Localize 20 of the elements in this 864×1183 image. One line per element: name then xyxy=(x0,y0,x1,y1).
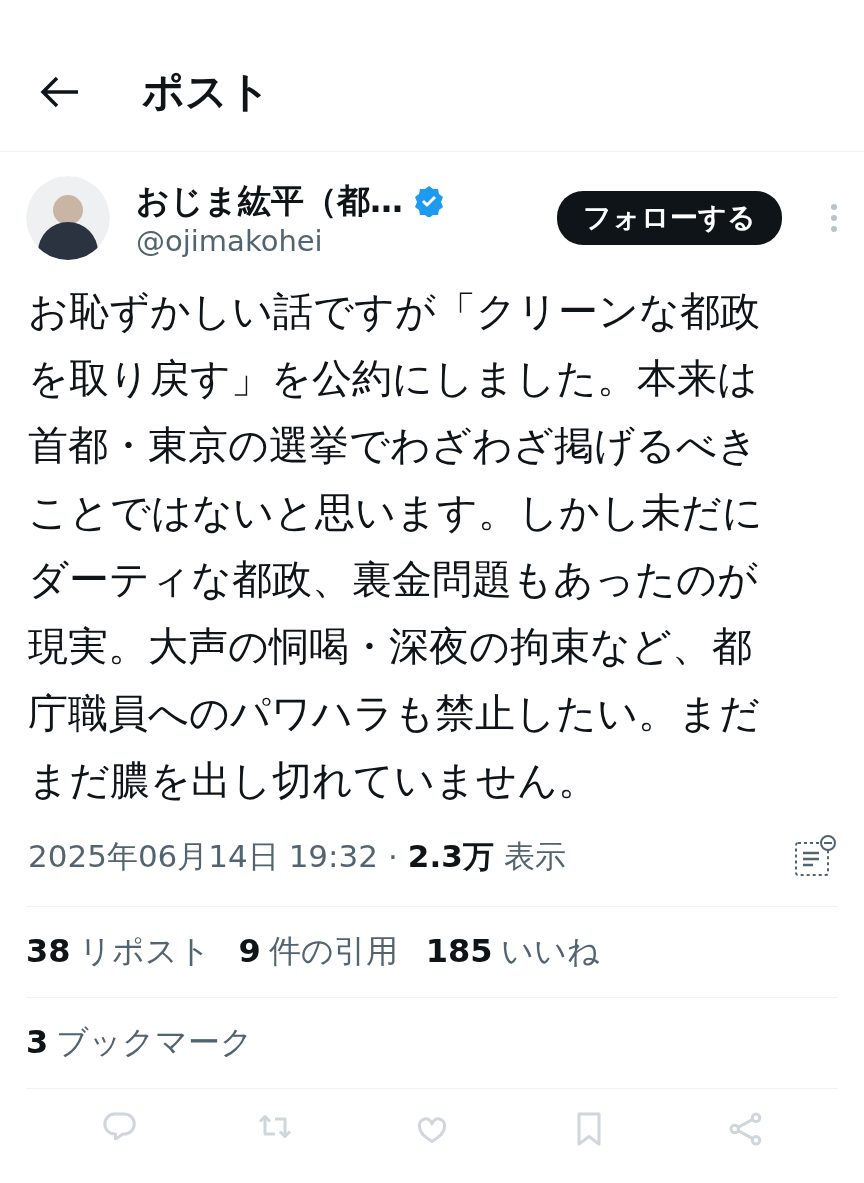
post-text: お恥ずかしい話ですが「クリーンな都政を取り戻す」を公約にしました。本来は首都・東京の選挙でわざわざ掲げるべきことではないと思います。しかし未だにダーティな都政、裏金問題もあったのが現実。大声の恫喝・深夜の拘束など、都庁職員へのパワハラも禁止したい。まだまだ膿を出し切れていません。 xyxy=(27,287,764,805)
stat-count[interactable]: 185 xyxy=(425,932,493,970)
stat-label[interactable]: いいね xyxy=(500,930,600,974)
view-count: 2.3万 xyxy=(407,837,494,876)
timestamp[interactable]: 2025年06月14日 19:32 xyxy=(28,836,378,878)
stat-label[interactable]: ブックマーク xyxy=(56,1021,254,1065)
avatar[interactable] xyxy=(26,176,110,260)
stat-label[interactable]: 件の引用 xyxy=(268,930,398,974)
follow-button[interactable]: フォローする xyxy=(557,191,782,245)
more-icon[interactable] xyxy=(830,203,838,233)
translate-note-icon[interactable] xyxy=(792,835,836,879)
stat-count[interactable]: 38 xyxy=(26,932,71,970)
stat-count[interactable]: 3 xyxy=(26,1023,49,1061)
stat-label[interactable]: リポスト xyxy=(78,930,211,974)
separator-dot: · xyxy=(388,839,398,875)
page-title: ポスト xyxy=(142,65,271,118)
stat-count[interactable]: 9 xyxy=(238,932,261,970)
author-handle: @ojimakohei xyxy=(136,223,324,258)
views-label: 表示 xyxy=(503,837,566,876)
author-name[interactable]: おじま紘平（都… xyxy=(136,178,403,224)
